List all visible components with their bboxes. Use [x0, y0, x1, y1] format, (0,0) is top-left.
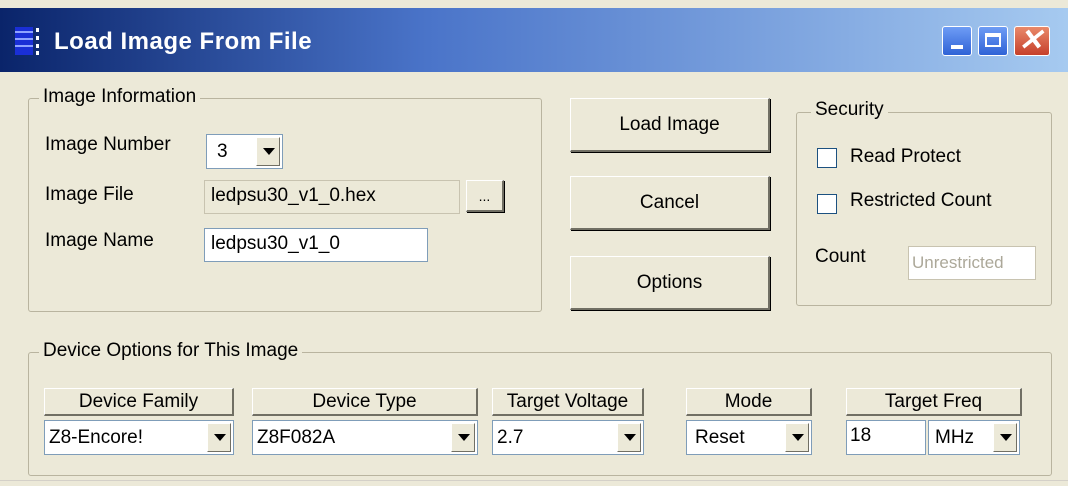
- device-family-value: Z8-Encore!: [49, 427, 143, 448]
- chevron-down-icon[interactable]: [617, 423, 641, 452]
- device-type-value: Z8F082A: [257, 427, 336, 448]
- title-bar[interactable]: Load Image From File ✕: [0, 8, 1068, 72]
- freq-unit-select[interactable]: MHz: [928, 420, 1020, 455]
- chevron-down-icon[interactable]: [256, 137, 280, 166]
- chevron-down-icon[interactable]: [785, 423, 809, 452]
- close-icon: ✕: [1018, 24, 1044, 57]
- load-image-button[interactable]: Load Image: [570, 98, 770, 152]
- target-voltage-select[interactable]: 2.7: [492, 420, 644, 455]
- image-number-select[interactable]: 3: [206, 134, 283, 169]
- restricted-count-checkbox[interactable]: [817, 194, 837, 214]
- device-type-select[interactable]: Z8F082A: [252, 420, 478, 455]
- mode-header: Mode: [686, 388, 812, 416]
- minimize-button[interactable]: [942, 26, 972, 56]
- count-label: Count: [815, 246, 866, 267]
- read-protect-checkbox[interactable]: [817, 148, 837, 168]
- image-file-field[interactable]: ledpsu30_v1_0.hex: [204, 180, 460, 214]
- minimize-icon: [951, 45, 963, 49]
- target-voltage-value: 2.7: [497, 427, 524, 448]
- chevron-down-icon[interactable]: [207, 423, 231, 452]
- image-number-label: Image Number: [45, 134, 171, 155]
- mode-select[interactable]: Reset: [686, 420, 812, 455]
- device-family-header: Device Family: [44, 388, 234, 416]
- image-file-label: Image File: [45, 184, 134, 205]
- close-button[interactable]: ✕: [1014, 24, 1050, 57]
- load-image-dialog: Load Image From File ✕ Image Information…: [0, 0, 1068, 486]
- window-bottom-edge: [0, 480, 1068, 486]
- target-freq-field[interactable]: 18: [846, 420, 926, 455]
- cancel-button[interactable]: Cancel: [570, 176, 770, 230]
- image-number-value: 3: [217, 141, 228, 162]
- security-legend: Security: [811, 99, 888, 121]
- target-freq-header: Target Freq: [846, 388, 1022, 416]
- image-name-label: Image Name: [45, 230, 154, 251]
- device-type-header: Device Type: [252, 388, 478, 416]
- image-information-legend: Image Information: [39, 86, 201, 108]
- freq-unit-value: MHz: [935, 427, 975, 448]
- read-protect-label: Read Protect: [850, 146, 961, 167]
- maximize-button[interactable]: [978, 26, 1008, 56]
- target-voltage-header: Target Voltage: [492, 388, 644, 416]
- image-name-field[interactable]: ledpsu30_v1_0: [204, 228, 428, 262]
- count-field[interactable]: Unrestricted: [908, 246, 1036, 280]
- app-icon: [15, 27, 39, 55]
- browse-button[interactable]: ...: [466, 180, 504, 212]
- maximize-icon: [985, 33, 1001, 47]
- device-options-legend: Device Options for This Image: [39, 340, 303, 362]
- window-title: Load Image From File: [54, 28, 313, 55]
- options-button[interactable]: Options: [570, 256, 770, 310]
- chevron-down-icon[interactable]: [451, 423, 475, 452]
- device-family-select[interactable]: Z8-Encore!: [44, 420, 234, 455]
- chevron-down-icon[interactable]: [993, 423, 1017, 452]
- restricted-count-label: Restricted Count: [850, 190, 992, 211]
- mode-value: Reset: [695, 427, 745, 448]
